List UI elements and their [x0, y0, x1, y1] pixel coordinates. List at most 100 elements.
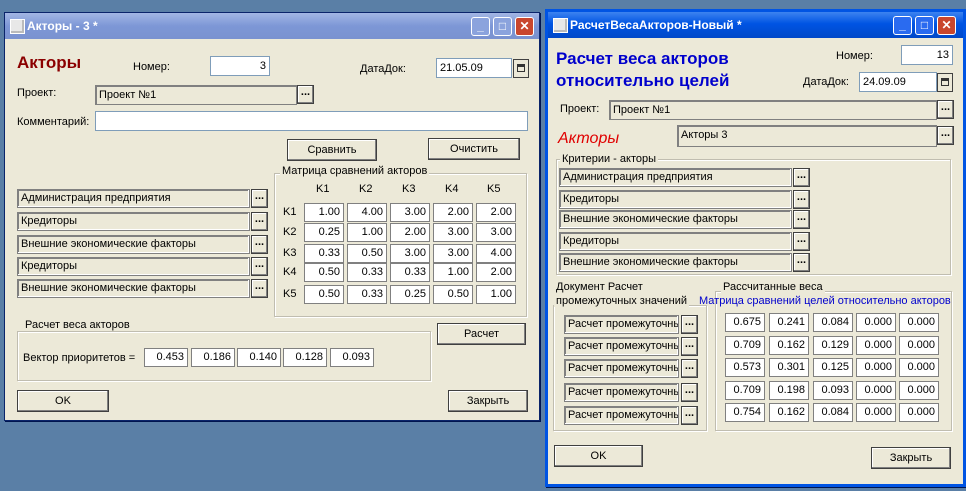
matrix-cell[interactable]: 2.00 — [476, 263, 516, 282]
matrix-cell[interactable]: 3.00 — [433, 223, 473, 242]
close-button[interactable]: Закрыть — [871, 447, 951, 469]
criterion-item: Кредиторы — [559, 232, 792, 251]
doc-lookup-button[interactable]: ... — [681, 383, 698, 402]
matrix-cell[interactable]: 2.00 — [433, 203, 473, 222]
matrix-cell[interactable]: 3.00 — [390, 203, 430, 222]
nomer-label: Номер: — [836, 50, 873, 62]
matrix-cell[interactable]: 1.00 — [433, 263, 473, 282]
row-header: K4 — [283, 266, 297, 278]
row-header: K1 — [283, 206, 297, 218]
weights-window: РасчетВесаАкторов-Новый * _ □ ✕ Расчет в… — [545, 9, 966, 487]
doc-item: Расчет промежуточны — [564, 359, 679, 378]
weight-cell: 0.000 — [899, 403, 939, 422]
criterion-lookup-button[interactable]: ... — [793, 253, 810, 272]
close-icon[interactable]: ✕ — [937, 16, 956, 35]
matrix-cell[interactable]: 3.00 — [433, 244, 473, 263]
weight-cell: 0.125 — [813, 358, 853, 377]
title-bar[interactable]: Акторы - 3 * _ □ ✕ — [5, 13, 539, 39]
datadoc-field[interactable]: 24.09.09 — [859, 72, 937, 92]
actor-lookup-button[interactable]: ... — [251, 257, 268, 276]
matrix-cell[interactable]: 0.33 — [304, 244, 344, 263]
actor-item: Внешние экономические факторы — [17, 235, 250, 254]
weight-cell: 0.573 — [725, 358, 765, 377]
datadoc-field[interactable]: 21.05.09 — [436, 58, 512, 78]
weight-cell: 0.084 — [813, 403, 853, 422]
project-field[interactable]: Проект №1 — [609, 100, 937, 120]
title-bar[interactable]: РасчетВесаАкторов-Новый * _ □ ✕ — [548, 12, 963, 38]
computed-weights-title: Рассчитанные веса — [721, 281, 825, 293]
doc-lookup-button[interactable]: ... — [681, 315, 698, 334]
clear-button[interactable]: Очистить — [428, 138, 520, 160]
criteria-group-title: Критерии - акторы — [560, 153, 658, 165]
criterion-lookup-button[interactable]: ... — [793, 232, 810, 251]
weight-cell: 0.241 — [769, 313, 809, 332]
weight-cell: 0.000 — [899, 313, 939, 332]
matrix-cell[interactable]: 0.50 — [304, 263, 344, 282]
doc-item: Расчет промежуточны — [564, 337, 679, 356]
matrix-cell[interactable]: 0.25 — [304, 223, 344, 242]
calc-button[interactable]: Расчет — [437, 323, 526, 345]
close-icon[interactable]: ✕ — [515, 17, 534, 36]
ok-button[interactable]: OK — [554, 445, 643, 467]
actor-lookup-button[interactable]: ... — [251, 235, 268, 254]
ok-button[interactable]: OK — [17, 390, 109, 412]
matrix-cell[interactable]: 4.00 — [476, 244, 516, 263]
actors-field[interactable]: Акторы 3 — [677, 125, 937, 147]
doc-item: Расчет промежуточны — [564, 406, 679, 425]
weight-cell: 0.162 — [769, 336, 809, 355]
matrix-cell[interactable]: 0.50 — [347, 244, 387, 263]
doc-lookup-button[interactable]: ... — [681, 406, 698, 425]
actor-lookup-button[interactable]: ... — [251, 189, 268, 208]
criterion-lookup-button[interactable]: ... — [793, 210, 810, 229]
actor-item: Кредиторы — [17, 212, 250, 231]
nomer-field[interactable]: 3 — [210, 56, 270, 76]
project-lookup-button[interactable]: ... — [937, 100, 954, 119]
calendar-icon[interactable] — [513, 59, 529, 78]
matrix-cell[interactable]: 4.00 — [347, 203, 387, 222]
maximize-icon[interactable]: □ — [493, 17, 512, 36]
row-header: K5 — [283, 288, 297, 300]
close-button[interactable]: Закрыть — [448, 390, 528, 412]
matrix-cell[interactable]: 1.00 — [347, 223, 387, 242]
weight-cell: 0.000 — [856, 358, 896, 377]
matrix-cell[interactable]: 0.25 — [390, 285, 430, 304]
criterion-item: Администрация предприятия — [559, 168, 792, 187]
minimize-icon[interactable]: _ — [893, 16, 912, 35]
weight-cell: 0.000 — [899, 336, 939, 355]
doc-item: Расчет промежуточны — [564, 315, 679, 334]
actor-item: Администрация предприятия — [17, 189, 250, 208]
matrix-cell[interactable]: 0.50 — [304, 285, 344, 304]
doc-lookup-button[interactable]: ... — [681, 359, 698, 378]
compare-button[interactable]: Сравнить — [287, 139, 377, 161]
col-header: K1 — [316, 183, 330, 195]
matrix-cell[interactable]: 2.00 — [390, 223, 430, 242]
datadoc-label: ДатаДок: — [360, 63, 406, 75]
matrix-cell[interactable]: 0.33 — [390, 263, 430, 282]
matrix-cell[interactable]: 0.33 — [347, 263, 387, 282]
matrix-cell[interactable]: 0.33 — [347, 285, 387, 304]
criterion-lookup-button[interactable]: ... — [793, 168, 810, 187]
actor-lookup-button[interactable]: ... — [251, 279, 268, 298]
maximize-icon[interactable]: □ — [915, 16, 934, 35]
doc-item: Расчет промежуточны — [564, 383, 679, 402]
actor-lookup-button[interactable]: ... — [251, 212, 268, 231]
matrix-cell[interactable]: 1.00 — [304, 203, 344, 222]
comment-field[interactable] — [95, 111, 528, 131]
nomer-field[interactable]: 13 — [901, 45, 953, 65]
weight-cell: 0.000 — [856, 403, 896, 422]
actors-label: Акторы — [558, 130, 620, 147]
calendar-icon[interactable] — [937, 73, 953, 92]
project-field[interactable]: Проект №1 — [95, 85, 297, 105]
matrix-cell[interactable]: 3.00 — [390, 244, 430, 263]
criterion-lookup-button[interactable]: ... — [793, 190, 810, 209]
matrix-cell[interactable]: 2.00 — [476, 203, 516, 222]
weight-cell: 0.301 — [769, 358, 809, 377]
actors-lookup-button[interactable]: ... — [937, 126, 954, 145]
matrix-cell[interactable]: 0.50 — [433, 285, 473, 304]
matrix-cell[interactable]: 3.00 — [476, 223, 516, 242]
doc-lookup-button[interactable]: ... — [681, 337, 698, 356]
minimize-icon[interactable]: _ — [471, 17, 490, 36]
matrix-cell[interactable]: 1.00 — [476, 285, 516, 304]
project-lookup-button[interactable]: ... — [297, 85, 314, 104]
weight-cell: 0.709 — [725, 381, 765, 400]
